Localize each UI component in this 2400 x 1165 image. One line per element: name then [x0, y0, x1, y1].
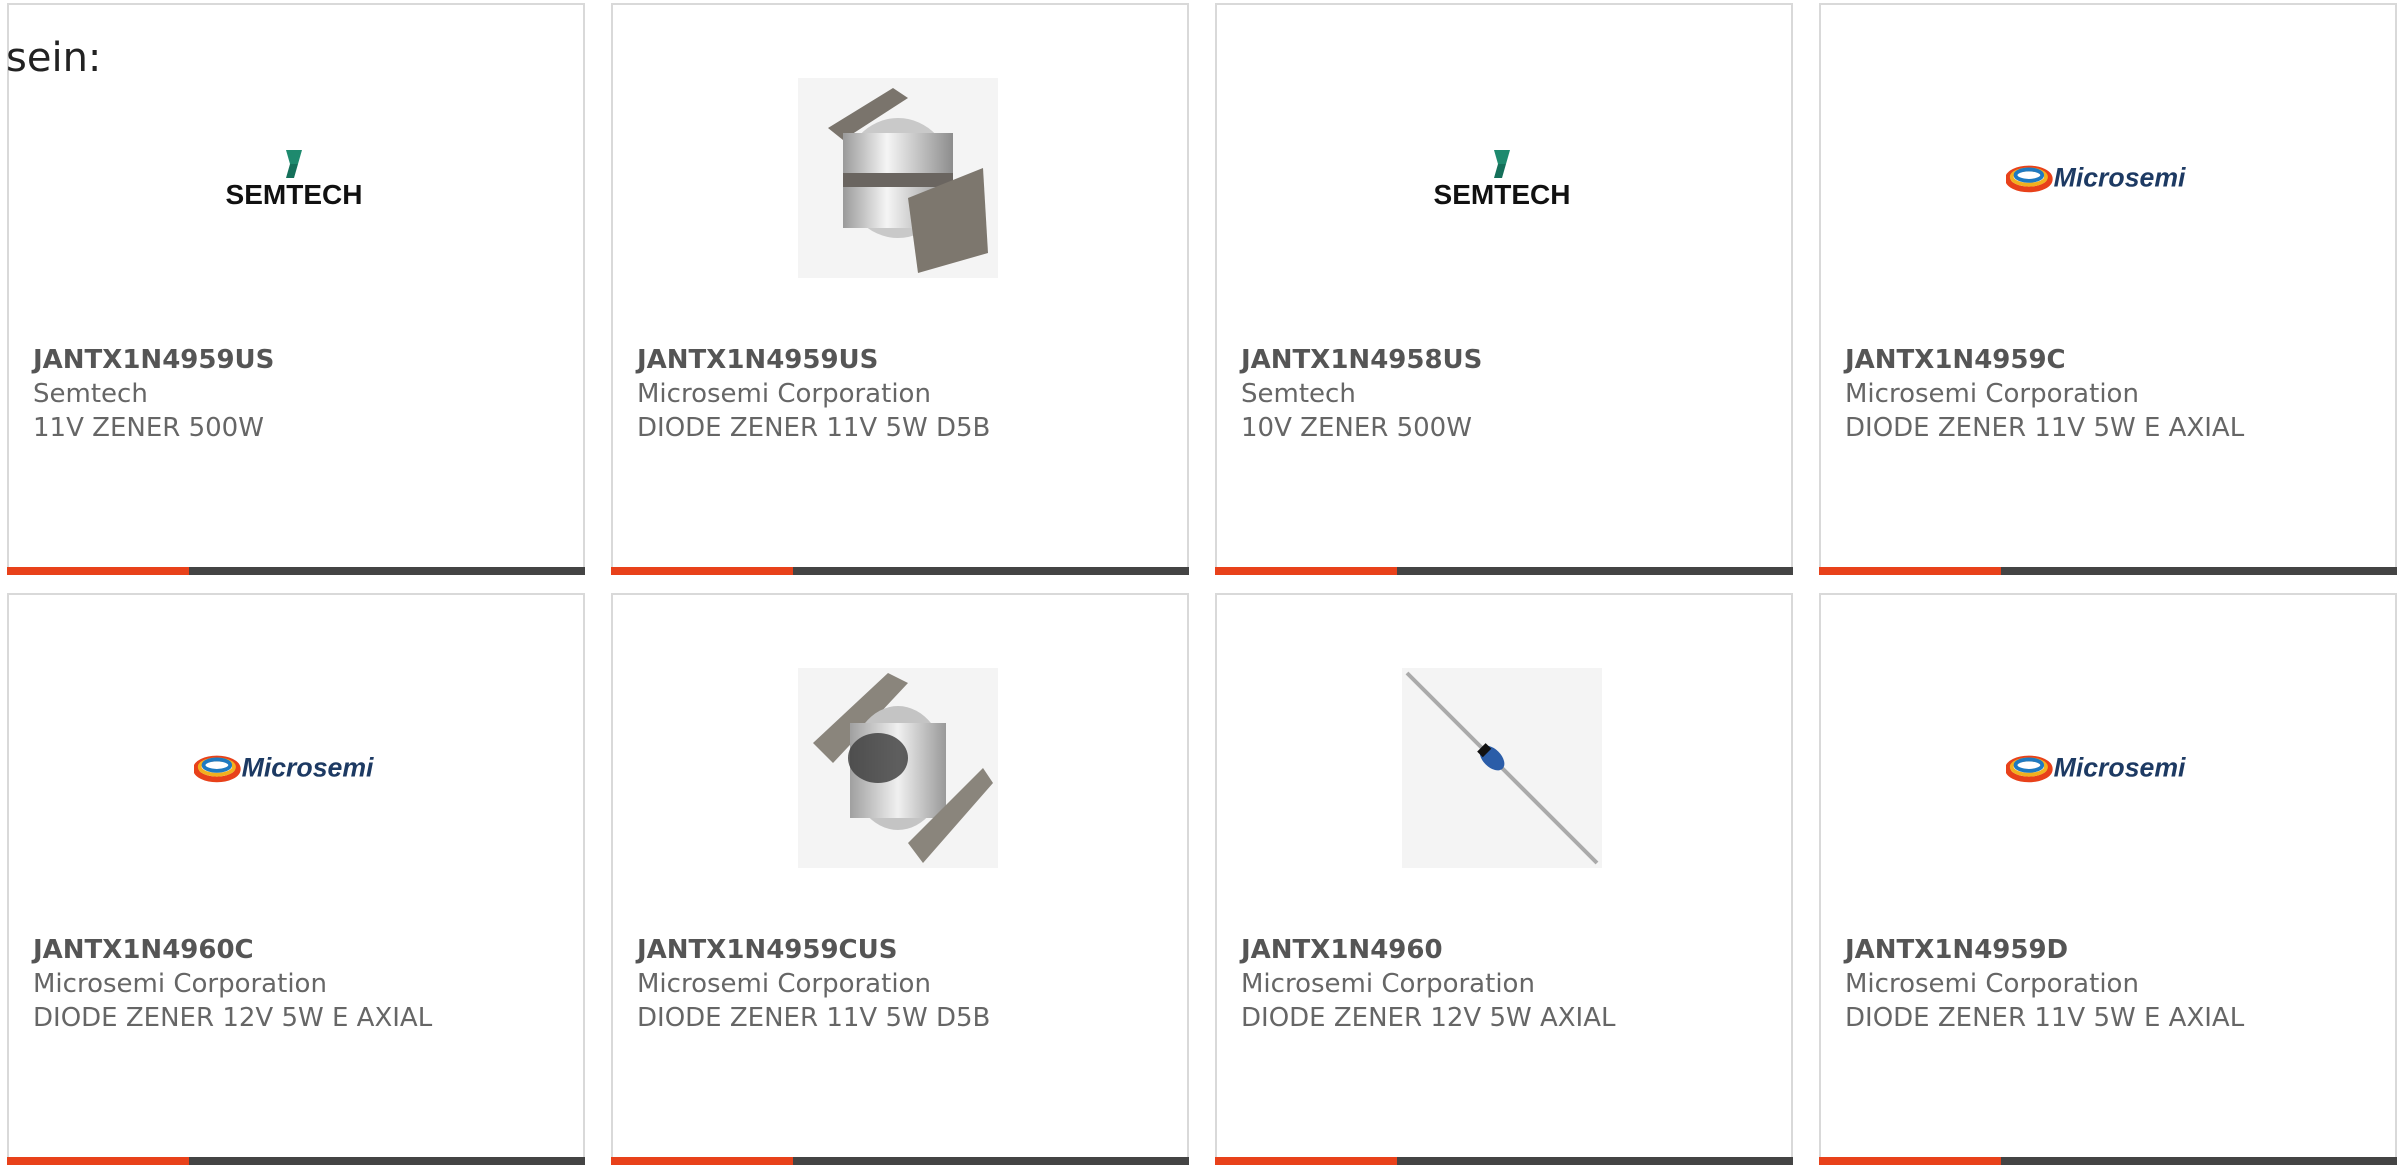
description: DIODE ZENER 12V 5W E AXIAL: [33, 1003, 433, 1033]
product-card[interactable]: JANTX1N4959CUS Microsemi Corporation DIO…: [611, 593, 1189, 1165]
semtech-logo-icon: SEMTECH: [194, 78, 394, 278]
card-bar: [7, 567, 585, 575]
axial-diode-photo-icon: [1402, 668, 1602, 868]
manufacturer: Microsemi Corporation: [637, 379, 931, 409]
description: 10V ZENER 500W: [1241, 413, 1472, 443]
product-card[interactable]: JANTX1N4960 Microsemi Corporation DIODE …: [1215, 593, 1793, 1165]
card-bar: [7, 1157, 585, 1165]
product-card[interactable]: Microsemi JANTX1N4959C Microsemi Corpora…: [1819, 3, 2397, 575]
manufacturer: Semtech: [33, 379, 148, 409]
description: DIODE ZENER 11V 5W D5B: [637, 413, 991, 443]
part-number[interactable]: JANTX1N4958US: [1241, 343, 1781, 377]
svg-text:SEMTECH: SEMTECH: [1434, 179, 1571, 208]
description: DIODE ZENER 11V 5W D5B: [637, 1003, 991, 1033]
card-bar: [611, 1157, 1189, 1165]
card-bar: [1819, 567, 2397, 575]
semtech-logo-icon: SEMTECH: [1402, 78, 1602, 278]
microsemi-logo-icon: Microsemi: [2006, 668, 2206, 868]
svg-text:Microsemi: Microsemi: [242, 753, 374, 783]
manufacturer: Semtech: [1241, 379, 1356, 409]
product-card[interactable]: SEMTECH JANTX1N4959US Semtech 11V ZENER …: [7, 3, 585, 575]
description: 11V ZENER 500W: [33, 413, 264, 443]
product-grid: SEMTECH JANTX1N4959US Semtech 11V ZENER …: [0, 0, 2400, 1165]
melf-diode-photo-icon: [798, 668, 998, 868]
part-number[interactable]: JANTX1N4959US: [637, 343, 1177, 377]
microsemi-logo-icon: Microsemi: [194, 668, 394, 868]
part-number[interactable]: JANTX1N4959C: [1845, 343, 2385, 377]
manufacturer: Microsemi Corporation: [1845, 969, 2139, 999]
part-number[interactable]: JANTX1N4959CUS: [637, 933, 1177, 967]
part-number[interactable]: JANTX1N4960: [1241, 933, 1781, 967]
manufacturer: Microsemi Corporation: [637, 969, 931, 999]
section-heading: sein:: [6, 35, 102, 81]
product-card[interactable]: JANTX1N4959US Microsemi Corporation DIOD…: [611, 3, 1189, 575]
description: DIODE ZENER 11V 5W E AXIAL: [1845, 1003, 2245, 1033]
manufacturer: Microsemi Corporation: [33, 969, 327, 999]
description: DIODE ZENER 12V 5W AXIAL: [1241, 1003, 1616, 1033]
product-card[interactable]: SEMTECH JANTX1N4958US Semtech 10V ZENER …: [1215, 3, 1793, 575]
product-card[interactable]: Microsemi JANTX1N4960C Microsemi Corpora…: [7, 593, 585, 1165]
card-bar: [1215, 1157, 1793, 1165]
card-bar: [1215, 567, 1793, 575]
manufacturer: Microsemi Corporation: [1845, 379, 2139, 409]
svg-text:Microsemi: Microsemi: [2054, 753, 2186, 783]
svg-text:SEMTECH: SEMTECH: [226, 179, 363, 208]
part-number[interactable]: JANTX1N4959US: [33, 343, 573, 377]
description: DIODE ZENER 11V 5W E AXIAL: [1845, 413, 2245, 443]
manufacturer: Microsemi Corporation: [1241, 969, 1535, 999]
card-bar: [1819, 1157, 2397, 1165]
part-number[interactable]: JANTX1N4959D: [1845, 933, 2385, 967]
microsemi-logo-icon: Microsemi: [2006, 78, 2206, 278]
product-card[interactable]: Microsemi JANTX1N4959D Microsemi Corpora…: [1819, 593, 2397, 1165]
card-bar: [611, 567, 1189, 575]
part-number[interactable]: JANTX1N4960C: [33, 933, 573, 967]
svg-text:Microsemi: Microsemi: [2054, 163, 2186, 193]
smd-diode-photo-icon: [798, 78, 998, 278]
